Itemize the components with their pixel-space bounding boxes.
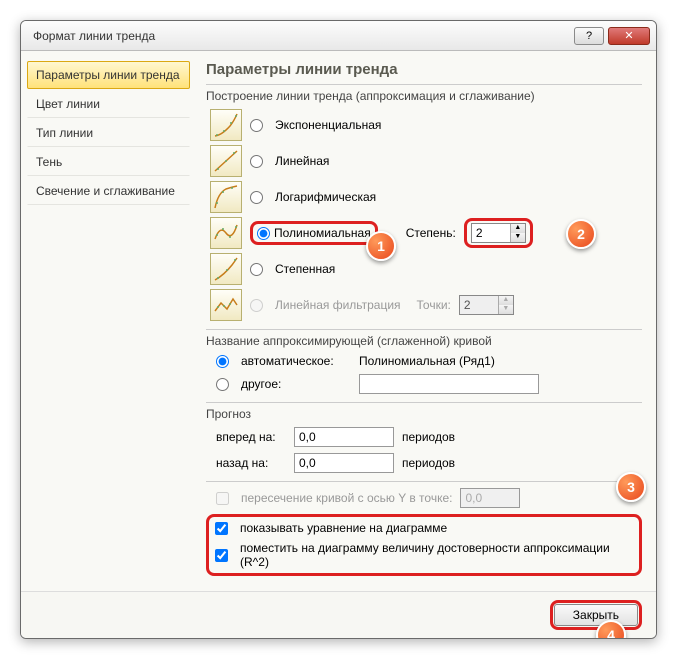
sidebar-item-shadow[interactable]: Тень [27,148,190,176]
log-radio[interactable] [250,191,263,204]
intercept-check [216,492,229,505]
points-spinner: ▲▼ [459,295,514,315]
name-other-label: другое: [241,377,351,391]
back-periods: периодов [402,456,455,470]
window-title: Формат линии тренда [33,29,570,43]
sidebar: Параметры линии тренда Цвет линии Тип ли… [21,51,196,591]
points-label: Точки: [417,298,451,312]
lin-label: Линейная [275,154,329,168]
titlebar: Формат линии тренда ? ✕ [21,21,656,51]
show-eq-check[interactable] [215,522,228,535]
pow-icon [210,253,242,285]
forecast-group-title: Прогноз [206,407,642,421]
degree-highlight: ▲▼ [464,218,533,248]
fwd-input[interactable] [294,427,394,447]
sidebar-item-color[interactable]: Цвет линии [27,90,190,118]
build-group-title: Построение линии тренда (аппроксимация и… [206,89,642,103]
main-heading: Параметры линии тренда [206,61,642,78]
sidebar-item-params[interactable]: Параметры линии тренда [27,61,190,89]
annotation-2: 2 [566,219,596,249]
annotation-3: 3 [616,472,646,502]
sidebar-item-type[interactable]: Тип линии [27,119,190,147]
movavg-icon [210,289,242,321]
poly-radio[interactable] [257,227,270,240]
fwd-periods: периодов [402,430,455,444]
lin-radio[interactable] [250,155,263,168]
back-input[interactable] [294,453,394,473]
poly-label: Полиномиальная [274,226,371,240]
fwd-label: вперед на: [216,430,286,444]
degree-label: Степень: [406,226,456,240]
intercept-input [460,488,520,508]
log-icon [210,181,242,213]
checks-highlight: показывать уравнение на диаграмме помест… [206,514,642,576]
close-x-button[interactable]: ✕ [608,27,650,45]
name-other-input [359,374,539,394]
movavg-radio [250,299,263,312]
close-highlight: Закрыть [550,600,642,630]
help-button[interactable]: ? [574,27,604,45]
pow-radio[interactable] [250,263,263,276]
lin-icon [210,145,242,177]
log-label: Логарифмическая [275,190,376,204]
show-r2-label: поместить на диаграмму величину достовер… [240,541,633,569]
poly-highlight: Полиномиальная [250,221,378,245]
exp-radio[interactable] [250,119,263,132]
degree-input[interactable] [472,224,510,242]
show-r2-check[interactable] [215,549,228,562]
show-eq-label: показывать уравнение на диаграмме [240,521,447,535]
name-auto-label: автоматическое: [241,354,351,368]
poly-icon [210,217,242,249]
degree-up[interactable]: ▲ [511,224,525,233]
points-input [460,296,498,314]
name-auto-radio[interactable] [216,355,229,368]
intercept-label: пересечение кривой с осью Y в точке: [241,491,452,505]
degree-spinner[interactable]: ▲▼ [471,223,526,243]
close-button[interactable]: Закрыть [554,604,638,626]
name-other-radio[interactable] [216,378,229,391]
back-label: назад на: [216,456,286,470]
name-auto-value: Полиномиальная (Ряд1) [359,354,495,368]
sidebar-item-glow[interactable]: Свечение и сглаживание [27,177,190,205]
exp-label: Экспоненциальная [275,118,381,132]
name-group-title: Название аппроксимирующей (сглаженной) к… [206,334,642,348]
annotation-1: 1 [366,231,396,261]
degree-down[interactable]: ▼ [511,233,525,242]
movavg-label: Линейная фильтрация [275,298,401,312]
pow-label: Степенная [275,262,335,276]
exp-icon [210,109,242,141]
